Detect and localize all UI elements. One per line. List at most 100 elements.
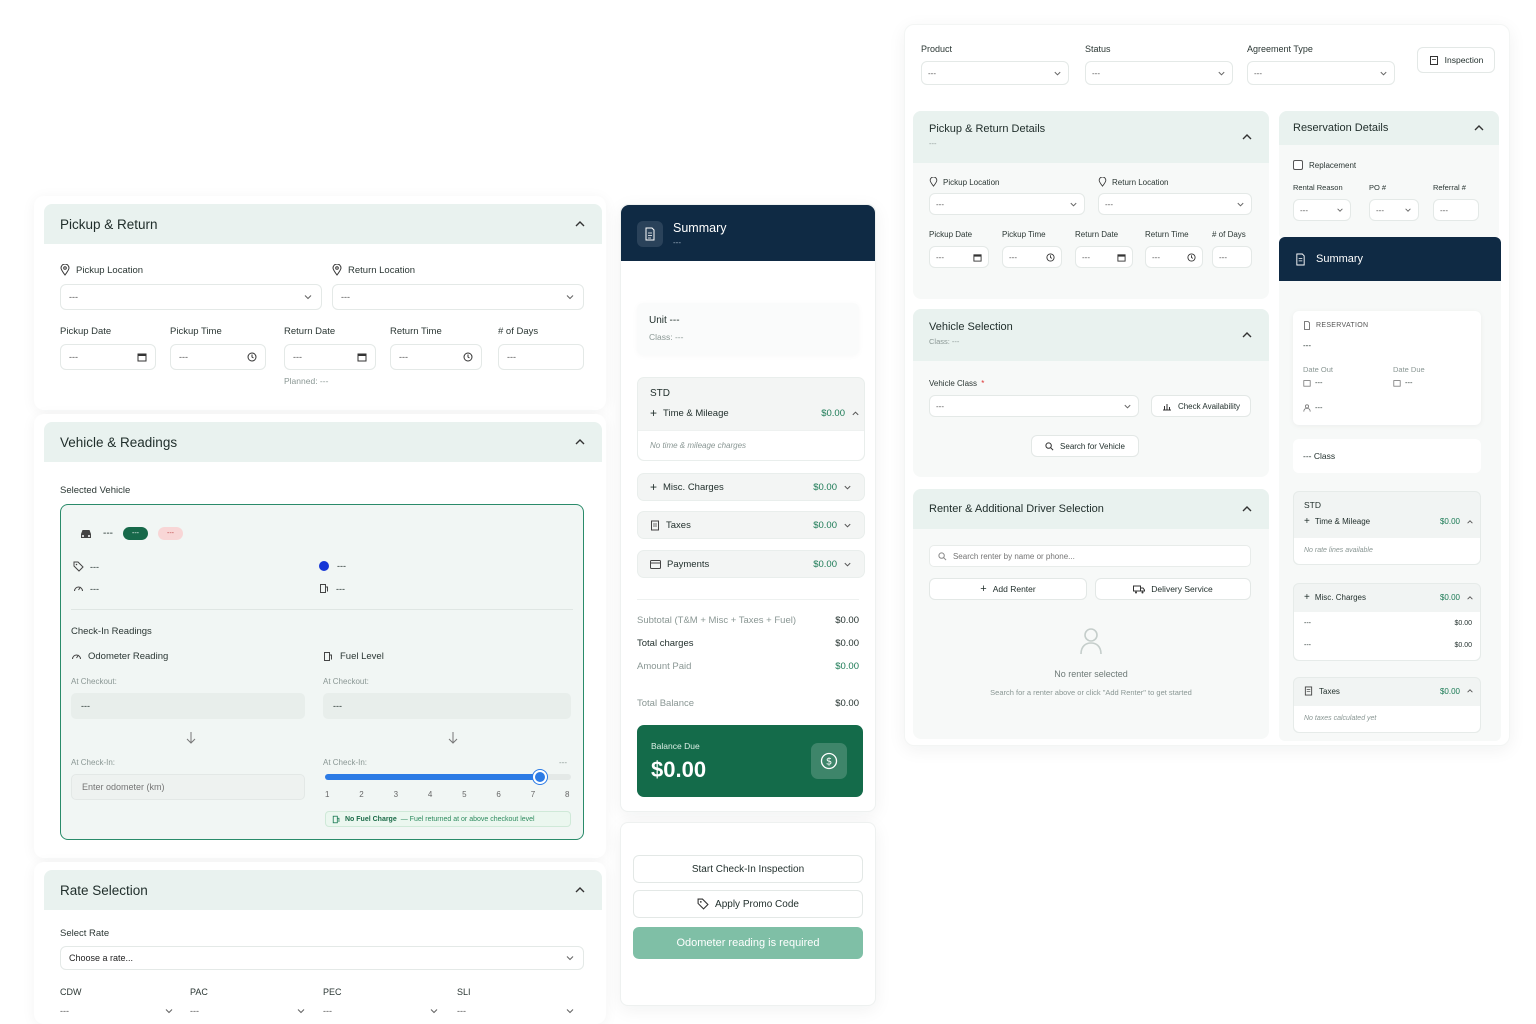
button-label: Check Availability <box>1177 401 1241 411</box>
renter-selection-header[interactable]: Renter & Additional Driver Selection <box>913 489 1269 529</box>
cdw-label: CDW <box>60 987 82 997</box>
return-date-label: Return Date <box>1075 230 1119 239</box>
chevron-up-icon[interactable] <box>574 884 586 896</box>
search-vehicle-button[interactable]: Search for Vehicle <box>1031 435 1139 457</box>
subtotal-label: Subtotal (T&M + Misc + Taxes + Fuel) <box>637 615 797 626</box>
cdw-select[interactable]: --- <box>60 1006 174 1016</box>
chevron-up-icon[interactable] <box>574 436 586 448</box>
delivery-service-button[interactable]: Delivery Service <box>1095 578 1251 600</box>
return-location-select[interactable]: --- <box>1098 193 1252 215</box>
clock-icon[interactable] <box>1046 252 1055 262</box>
input-value: --- <box>1082 252 1090 262</box>
taxes-row[interactable]: Taxes $0.00 <box>637 511 865 539</box>
tm-details: No time & mileage charges <box>638 430 864 460</box>
svg-text:$: $ <box>826 757 832 768</box>
calendar-icon[interactable] <box>137 352 147 362</box>
referral-input[interactable]: --- <box>1433 199 1479 221</box>
days-label: # of Days <box>498 326 539 337</box>
calendar-icon[interactable] <box>1117 253 1126 262</box>
time-mileage-row[interactable]: + Time & Mileage $0.00 <box>1304 516 1474 527</box>
pickup-return-details-header[interactable]: Pickup & Return Details --- <box>913 111 1269 163</box>
payments-row[interactable]: Payments $0.00 <box>637 550 865 578</box>
user-icon <box>1303 403 1311 412</box>
fuel-tick-label: 5 <box>462 790 467 799</box>
std-box: STD + Time & Mileage $0.00 No time & mil… <box>637 377 865 461</box>
chevron-up-icon[interactable] <box>1473 122 1485 134</box>
return-time-input[interactable]: --- <box>1145 246 1203 268</box>
odometer-required-button[interactable]: Odometer reading is required <box>633 927 863 959</box>
pac-select[interactable]: --- <box>190 1006 306 1016</box>
return-date-input[interactable]: --- <box>284 344 376 370</box>
fuel-slider-thumb[interactable] <box>533 770 548 784</box>
summary-subtitle: --- <box>673 238 681 247</box>
chevron-up-icon[interactable] <box>1241 131 1253 143</box>
rental-reason-select[interactable]: --- <box>1293 199 1351 221</box>
unit-box: Unit --- Class: --- <box>637 303 859 355</box>
inspection-button[interactable]: Inspection <box>1417 47 1495 73</box>
subtotal-amount: $0.00 <box>835 615 859 626</box>
calendar-icon[interactable] <box>973 253 982 262</box>
input-value: --- <box>1440 205 1448 215</box>
misc-charges-row[interactable]: + Misc. Charges $0.00 <box>1304 592 1474 603</box>
fuel-icon <box>320 584 328 593</box>
return-date-input[interactable]: --- <box>1075 246 1133 268</box>
pickup-location-select[interactable]: --- <box>929 193 1085 215</box>
renter-search-box[interactable] <box>929 545 1251 567</box>
clock-icon[interactable] <box>247 352 257 362</box>
chevron-up-icon[interactable] <box>574 218 586 230</box>
clock-icon[interactable] <box>463 352 473 362</box>
days-input[interactable]: --- <box>1212 246 1252 268</box>
pickup-location-select[interactable]: --- <box>60 284 322 310</box>
time-mileage-row[interactable]: + Time & Mileage $0.00 <box>650 406 860 420</box>
chevron-up-icon <box>1467 595 1473 600</box>
fuel-icon <box>324 652 332 661</box>
select-value: --- <box>341 292 350 302</box>
product-select[interactable]: --- <box>921 61 1069 85</box>
return-time-input[interactable]: --- <box>390 344 482 370</box>
pec-select[interactable]: --- <box>323 1006 439 1016</box>
taxes-amount: $0.00 <box>813 519 837 531</box>
vehicle-readings-header[interactable]: Vehicle & Readings <box>44 422 602 462</box>
class-box: --- Class <box>1293 439 1481 473</box>
pickup-time-input[interactable]: --- <box>170 344 266 370</box>
apply-promo-button[interactable]: Apply Promo Code <box>633 890 863 918</box>
chevron-up-icon[interactable] <box>1241 503 1253 515</box>
checkin-odometer-input[interactable] <box>71 774 305 800</box>
start-checkin-button[interactable]: Start Check-In Inspection <box>633 855 863 883</box>
chevron-up-icon[interactable] <box>1241 329 1253 341</box>
receipt-icon <box>1304 686 1313 696</box>
misc-charges-row[interactable]: + Misc. Charges $0.00 <box>637 473 865 501</box>
pickup-date-input[interactable]: --- <box>929 246 989 268</box>
plus-icon: + <box>1304 516 1310 527</box>
sli-label: SLI <box>457 987 471 997</box>
select-rate-label: Select Rate <box>60 928 110 939</box>
misc-line-label: --- <box>1304 642 1311 649</box>
days-input[interactable]: --- <box>498 344 584 370</box>
clock-icon[interactable] <box>1187 252 1196 262</box>
reservation-details-header[interactable]: Reservation Details <box>1279 111 1499 145</box>
rate-select[interactable]: Choose a rate... <box>60 946 584 970</box>
check-availability-button[interactable]: Check Availability <box>1151 395 1251 417</box>
pickup-date-input[interactable]: --- <box>60 344 156 370</box>
status-select[interactable]: --- <box>1085 61 1233 85</box>
fuel-slider-track[interactable] <box>325 770 571 784</box>
return-location-select[interactable]: --- <box>332 284 584 310</box>
vehicle-class-select[interactable]: --- <box>929 395 1139 417</box>
sli-select[interactable]: --- <box>457 1006 575 1016</box>
agreement-type-select[interactable]: --- <box>1247 61 1395 85</box>
add-renter-button[interactable]: + Add Renter <box>929 578 1087 600</box>
rate-selection-header[interactable]: Rate Selection <box>44 870 602 910</box>
calendar-icon[interactable] <box>357 352 367 362</box>
button-label: Search for Vehicle <box>1060 441 1125 451</box>
pickup-return-header[interactable]: Pickup & Return <box>44 204 602 244</box>
taxes-row[interactable]: Taxes $0.00 <box>1304 686 1474 696</box>
pickup-location-label: Pickup Location <box>943 177 1000 187</box>
no-fuel-charge-banner: No Fuel Charge — Fuel returned at or abo… <box>325 811 571 827</box>
renter-search-input[interactable] <box>952 551 1242 561</box>
po-select[interactable]: --- <box>1369 199 1419 221</box>
section-title: Rate Selection <box>60 882 148 898</box>
section-title: Reservation Details <box>1293 122 1389 134</box>
replacement-checkbox[interactable] <box>1293 160 1303 170</box>
pickup-time-input[interactable]: --- <box>1002 246 1062 268</box>
vehicle-selection-header[interactable]: Vehicle Selection Class: --- <box>913 309 1269 361</box>
